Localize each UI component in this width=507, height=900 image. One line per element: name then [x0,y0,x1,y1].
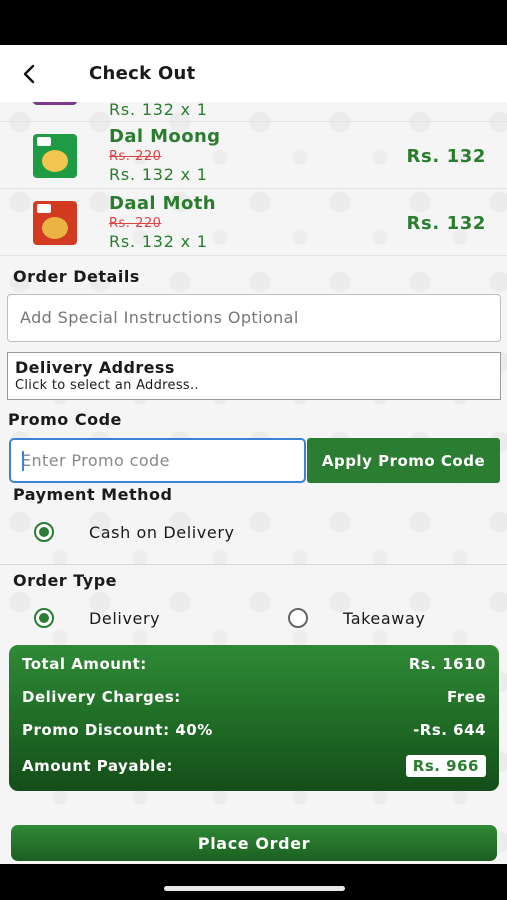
summary-row-total: Total Amount: Rs. 1610 [22,655,486,673]
divider [0,564,507,565]
summary-value: -Rs. 644 [413,721,486,739]
page-title: Check Out [89,63,196,84]
summary-row-payable: Amount Payable: Rs. 966 [22,755,486,777]
cart-item: Rs. 132 x 1 [0,102,507,122]
summary-row-discount: Promo Discount: 40% -Rs. 644 [22,721,486,739]
summary-label: Promo Discount: 40% [22,721,213,739]
item-old-price: Rs. 220 [109,149,162,164]
checkout-content[interactable]: Rs. 132 x 1 Dal Moong Rs. 220 Rs. 132 x … [0,102,507,864]
product-image [33,201,77,245]
summary-value: Free [446,688,486,706]
back-button[interactable] [0,45,58,102]
apply-promo-button[interactable]: Apply Promo Code [307,438,500,483]
item-name: Daal Moth [109,193,216,214]
cart-item: Daal Moth Rs. 220 Rs. 132 x 1 Rs. 132 [0,189,507,256]
payment-option-label: Cash on Delivery [89,522,235,542]
summary-label: Amount Payable: [22,757,173,775]
order-type-label: Takeaway [343,608,426,628]
order-type-label: Delivery [89,608,161,628]
order-type-delivery[interactable]: Delivery [34,603,160,633]
place-order-button[interactable]: Place Order [11,825,497,861]
radio-selected-icon[interactable] [34,522,54,542]
item-qty-line: Rs. 132 x 1 [109,102,208,119]
amount-payable-badge: Rs. 966 [405,755,486,777]
promo-code-input[interactable] [11,440,304,481]
special-instructions-input[interactable]: Add Special Instructions Optional [7,294,501,342]
summary-row-delivery: Delivery Charges: Free [22,688,486,706]
item-price: Rs. 132 [406,146,486,167]
status-bar [0,0,507,45]
delivery-address-selector[interactable]: Delivery Address Click to select an Addr… [7,352,501,400]
item-price: Rs. 132 [406,213,486,234]
home-indicator-area [0,864,507,900]
cart-item: Dal Moong Rs. 220 Rs. 132 x 1 Rs. 132 [0,122,507,189]
home-indicator[interactable] [164,886,345,891]
promo-code-field[interactable] [9,438,306,483]
delivery-address-hint: Click to select an Address.. [15,378,199,393]
product-image [33,134,77,178]
payment-method-heading: Payment Method [13,485,173,504]
order-summary-panel: Total Amount: Rs. 1610 Delivery Charges:… [9,645,499,791]
payment-option-cod[interactable]: Cash on Delivery [34,517,235,547]
back-arrow-icon [23,64,35,83]
app-header: Check Out [0,45,507,102]
summary-value: Rs. 1610 [408,655,486,673]
order-details-heading: Order Details [13,267,140,286]
delivery-address-title: Delivery Address [15,358,175,377]
order-type-takeaway[interactable]: Takeaway [288,603,425,633]
item-qty-line: Rs. 132 x 1 [109,232,208,251]
product-image [33,102,77,105]
order-type-heading: Order Type [13,571,118,590]
item-old-price: Rs. 220 [109,216,162,231]
promo-code-heading: Promo Code [8,410,122,429]
summary-label: Total Amount: [22,655,147,673]
radio-unselected-icon[interactable] [288,608,308,628]
text-caret [22,451,24,471]
radio-selected-icon[interactable] [34,608,54,628]
item-qty-line: Rs. 132 x 1 [109,165,208,184]
item-name: Dal Moong [109,126,221,147]
summary-label: Delivery Charges: [22,688,181,706]
